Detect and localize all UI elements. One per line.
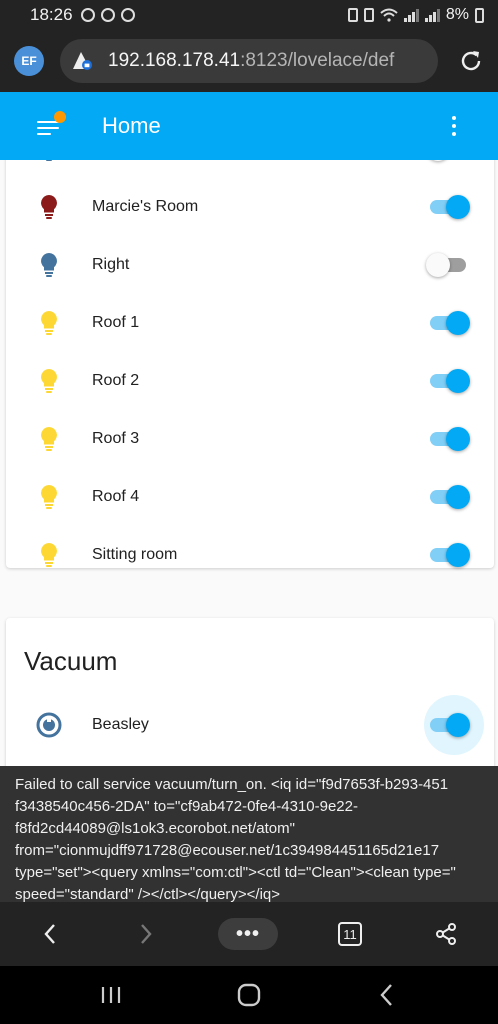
sync-icon xyxy=(80,8,95,22)
chevron-left-icon xyxy=(44,924,55,944)
back-button[interactable] xyxy=(34,918,66,950)
system-back-icon[interactable] xyxy=(372,980,402,1010)
address-bar[interactable]: 192.168.178.41:8123/lovelace/def xyxy=(60,39,438,83)
entity-label: Roof 3 xyxy=(92,430,140,447)
insecure-warning-icon[interactable] xyxy=(72,50,94,72)
lightbulb-icon xyxy=(41,195,57,219)
entity-row[interactable]: Roof 1 xyxy=(6,294,494,352)
battery-saver-icon xyxy=(363,8,374,22)
entity-row[interactable]: Roof 4 xyxy=(6,468,494,526)
notification-badge xyxy=(54,111,66,123)
light-toggle[interactable] xyxy=(430,369,470,393)
forward-button[interactable] xyxy=(130,918,162,950)
browser-bottom-bar: ••• 11 xyxy=(0,902,498,966)
share-button[interactable] xyxy=(430,918,462,950)
light-toggle[interactable] xyxy=(430,543,470,567)
light-toggle[interactable] xyxy=(430,427,470,451)
tabs-button[interactable]: 11 xyxy=(334,918,366,950)
entity-label: Roof 1 xyxy=(92,314,140,331)
status-bar: 18:26 8% xyxy=(0,0,498,30)
signal-icon xyxy=(403,8,419,22)
url-path: :8123/lovelace/def xyxy=(240,50,395,71)
entity-label: Beasley xyxy=(92,716,149,733)
entity-row[interactable]: Right xyxy=(6,236,494,294)
error-toast: Failed to call service vacuum/turn_on. <… xyxy=(0,766,498,902)
entity-row[interactable]: Marcie's Room xyxy=(6,178,494,236)
notification-icon xyxy=(100,8,115,22)
toast-line: type="set"><query xmlns="com:ctl"><ctl t… xyxy=(15,864,456,881)
vacuum-toggle[interactable] xyxy=(430,713,470,737)
toast-line: f8fd2cd44089@ls1ok3.ecorobot.net/atom" xyxy=(15,820,295,837)
tabs-count: 11 xyxy=(338,922,362,946)
recent-apps-icon[interactable] xyxy=(96,980,126,1010)
lightbulb-icon xyxy=(41,543,57,567)
more-options-icon[interactable] xyxy=(450,116,458,136)
entity-row[interactable]: Left xyxy=(6,160,494,178)
profile-avatar[interactable]: EF xyxy=(14,46,44,76)
menu-button[interactable] xyxy=(34,111,66,141)
alarm-icon xyxy=(347,8,358,22)
dashboard-content: Left Marcie's Room Right Roof 1 Roof 2 Roof 3… xyxy=(0,160,498,766)
light-toggle[interactable] xyxy=(430,485,470,509)
toast-line: f3438540c456-2DA" to="cf9ab472-0fe4-4310… xyxy=(15,798,358,815)
lights-card: Left Marcie's Room Right Roof 1 Roof 2 Roof 3… xyxy=(6,160,494,568)
toast-line: from="cionmujdff971728@ecouser.net/1c394… xyxy=(15,842,440,859)
lightbulb-icon xyxy=(41,311,57,335)
chevron-right-icon xyxy=(141,924,152,944)
entity-row[interactable]: Sitting room xyxy=(6,526,494,584)
app-notification-icon xyxy=(120,8,135,22)
share-icon xyxy=(436,923,456,945)
light-toggle[interactable] xyxy=(426,253,466,277)
lightbulb-icon xyxy=(46,160,52,161)
light-toggle[interactable] xyxy=(430,311,470,335)
entity-label: Sitting room xyxy=(92,546,178,563)
lightbulb-icon xyxy=(41,427,57,451)
robot-vacuum-icon xyxy=(36,712,62,738)
entity-label: Marcie's Room xyxy=(92,198,199,215)
entity-row[interactable]: Roof 2 xyxy=(6,352,494,410)
url-host: 192.168.178.41 xyxy=(108,50,241,71)
home-icon[interactable] xyxy=(234,980,264,1010)
entity-label: Roof 2 xyxy=(92,372,140,389)
system-navigation-bar xyxy=(0,966,498,1024)
signal-2-icon xyxy=(424,8,440,22)
entity-label: Roof 4 xyxy=(92,488,140,505)
wifi-icon xyxy=(380,8,398,22)
toast-line: speed="standard" /></ctl></query></iq> xyxy=(15,886,281,902)
entity-row[interactable]: Roof 3 xyxy=(6,410,494,468)
lightbulb-icon xyxy=(41,485,57,509)
more-button[interactable]: ••• xyxy=(218,918,278,950)
battery-icon xyxy=(475,7,484,23)
entity-row-beasley[interactable]: Beasley xyxy=(6,695,494,755)
browser-toolbar: EF 192.168.178.41:8123/lovelace/def xyxy=(0,30,498,92)
toast-line: Failed to call service vacuum/turn_on. <… xyxy=(15,776,449,793)
status-time: 18:26 xyxy=(30,5,73,24)
reload-icon[interactable] xyxy=(458,48,484,74)
light-toggle[interactable] xyxy=(426,160,466,161)
light-toggle[interactable] xyxy=(430,195,470,219)
page-title: Home xyxy=(102,113,161,138)
app-header: Home xyxy=(0,92,498,160)
battery-percent: 8% xyxy=(445,6,469,23)
vacuum-card: Vacuum Beasley xyxy=(6,618,494,766)
card-title: Vacuum xyxy=(24,646,118,676)
entity-label: Right xyxy=(92,256,130,273)
lightbulb-icon xyxy=(41,369,57,393)
lightbulb-icon xyxy=(41,253,57,277)
